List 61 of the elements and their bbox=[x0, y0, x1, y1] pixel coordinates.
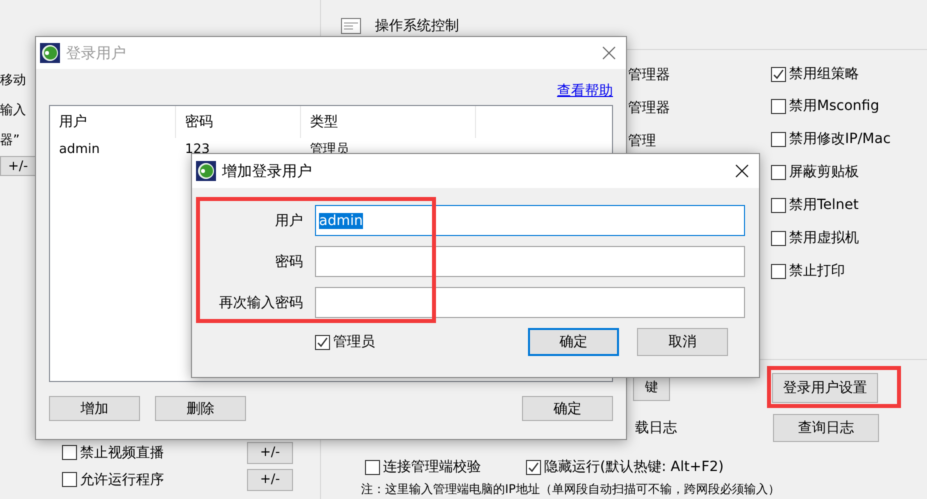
checkbox[interactable] bbox=[62, 445, 77, 460]
option-checkbox[interactable]: 禁用虚拟机 bbox=[771, 229, 859, 248]
add-button[interactable]: 增加 bbox=[49, 396, 140, 421]
option-label: 管理器 bbox=[628, 66, 671, 84]
field-label: 用户 bbox=[274, 212, 303, 230]
checkbox[interactable] bbox=[771, 164, 786, 180]
input-field[interactable] bbox=[315, 287, 745, 318]
checkbox[interactable] bbox=[526, 460, 541, 474]
window-title: 增加登录用户 bbox=[222, 162, 313, 180]
checkbox[interactable] bbox=[365, 460, 380, 474]
help-link[interactable]: 查看帮助 bbox=[557, 82, 613, 100]
option-label: 输入 bbox=[0, 102, 26, 120]
checkbox[interactable] bbox=[315, 334, 330, 350]
checkbox[interactable] bbox=[771, 66, 786, 82]
checkbox[interactable] bbox=[771, 132, 786, 147]
option-checkbox[interactable]: 禁用Msconfig bbox=[771, 97, 880, 116]
checkbox[interactable] bbox=[771, 230, 786, 246]
option-checkbox[interactable]: 隐藏运行(默认热键: Alt+F2) bbox=[526, 458, 724, 476]
option-label: 移动 bbox=[0, 72, 26, 90]
option-label: 器” bbox=[0, 132, 20, 150]
close-icon[interactable] bbox=[735, 164, 749, 178]
delete-button[interactable]: 删除 bbox=[155, 396, 246, 421]
note-text: 注：这里输入管理端电脑的IP地址（单网段自动扫描可不输，跨网段必须输入） bbox=[360, 481, 780, 498]
option-label: 管理器 bbox=[628, 98, 671, 116]
window-list-icon bbox=[341, 18, 361, 34]
field-label: 再次输入密码 bbox=[218, 294, 303, 312]
toggle-button[interactable]: +/- bbox=[0, 156, 36, 176]
column-header[interactable]: 类型 bbox=[301, 106, 476, 138]
checkbox[interactable] bbox=[771, 198, 786, 213]
checkbox[interactable] bbox=[771, 264, 786, 279]
log-label: 载日志 bbox=[635, 419, 677, 437]
table-cell-text: admin bbox=[58, 142, 101, 156]
option-checkbox[interactable]: 连接管理端校验 bbox=[365, 458, 481, 476]
input-field[interactable]: admin bbox=[315, 205, 745, 236]
input-field[interactable] bbox=[315, 246, 745, 277]
admin-checkbox[interactable]: 管理员 bbox=[315, 333, 375, 351]
option-checkbox[interactable]: 禁用Telnet bbox=[771, 196, 859, 214]
option-checkbox[interactable]: 屏蔽剪贴板 bbox=[771, 163, 859, 182]
ok-button[interactable]: 确定 bbox=[522, 396, 613, 421]
option-checkbox[interactable]: 允许运行程序 bbox=[62, 470, 164, 488]
column-header[interactable]: 用户 bbox=[50, 106, 176, 138]
app-icon bbox=[196, 161, 216, 181]
query-log-button[interactable]: 查询日志 bbox=[773, 414, 879, 442]
section-title: 操作系统控制 bbox=[375, 16, 459, 34]
option-label: 管理 bbox=[628, 132, 657, 150]
cancel-button[interactable]: 取消 bbox=[637, 328, 728, 356]
table-cell-text: 123 bbox=[184, 142, 211, 156]
toggle-button[interactable]: +/- bbox=[247, 468, 293, 490]
checkbox[interactable] bbox=[62, 472, 77, 487]
option-checkbox[interactable]: 禁止视频直播 bbox=[62, 444, 164, 462]
ok-button[interactable]: 确定 bbox=[528, 328, 619, 356]
option-checkbox[interactable]: 禁用组策略 bbox=[771, 65, 859, 84]
login-user-settings-button[interactable]: 登录用户设置 bbox=[772, 373, 878, 403]
app-icon bbox=[40, 43, 60, 63]
column-header[interactable]: 密码 bbox=[176, 106, 301, 138]
option-checkbox[interactable]: 禁用修改IP/Mac bbox=[771, 130, 891, 148]
window-title: 登录用户 bbox=[66, 44, 127, 62]
toggle-button[interactable]: +/- bbox=[247, 442, 293, 464]
option-checkbox[interactable]: 禁止打印 bbox=[771, 262, 845, 280]
checkbox[interactable] bbox=[771, 98, 786, 114]
field-label: 密码 bbox=[274, 252, 303, 270]
